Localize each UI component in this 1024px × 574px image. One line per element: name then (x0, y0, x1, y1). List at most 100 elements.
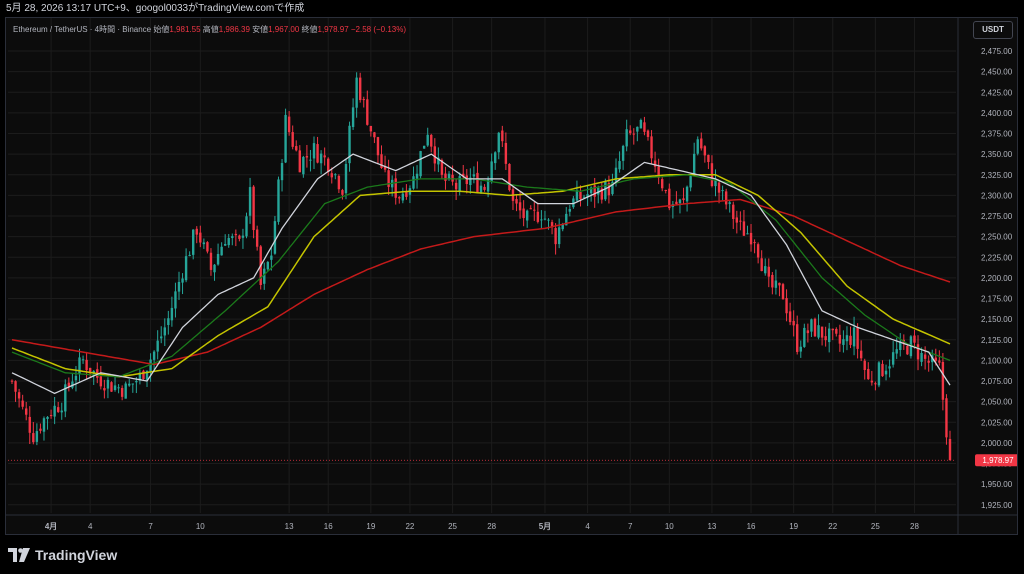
chart-panel[interactable]: 1,925.001,950.001,975.002,000.002,025.00… (5, 17, 1018, 535)
y-tick-label: 2,225.00 (981, 253, 1013, 262)
x-tick-label: 13 (707, 522, 716, 531)
candle-body (700, 138, 703, 149)
candle-body (682, 198, 685, 201)
candle-body (781, 284, 785, 300)
candle-body (621, 145, 625, 161)
candle-body (74, 375, 78, 381)
x-tick-label: 28 (910, 522, 919, 531)
candle-body (742, 221, 746, 236)
candle-body (270, 255, 273, 260)
y-tick-label: 2,025.00 (981, 418, 1013, 427)
candle-body (525, 210, 529, 221)
candle-body (515, 199, 518, 204)
candle-body (653, 160, 657, 167)
candle-body (206, 242, 209, 252)
candle-body (650, 136, 653, 159)
candle-body (135, 380, 138, 383)
candle-body (717, 182, 721, 193)
candle-body (501, 130, 504, 142)
candle-body (760, 258, 763, 272)
candle-body (35, 431, 39, 442)
candle-body (824, 336, 827, 341)
x-tick-label: 10 (665, 522, 674, 531)
candle-body (81, 359, 85, 361)
y-tick-label: 2,400.00 (981, 109, 1013, 118)
candle-body (53, 405, 56, 417)
currency-button[interactable]: USDT (973, 21, 1013, 39)
candle-body (692, 153, 696, 175)
footer-bar: TradingView (0, 535, 1024, 574)
candle-body (849, 335, 852, 345)
candle-body (117, 387, 120, 389)
y-tick-label: 1,950.00 (981, 480, 1013, 489)
candle-body (877, 362, 881, 386)
y-tick-label: 2,300.00 (981, 191, 1013, 200)
candle-body (167, 318, 170, 325)
candle-body (46, 416, 49, 419)
candle-body (923, 354, 927, 359)
candle-body (323, 155, 326, 158)
candle-body (934, 357, 937, 361)
candle-body (536, 211, 540, 222)
candle-body (838, 334, 842, 344)
candle-body (298, 150, 301, 173)
candle-body (636, 126, 639, 132)
candle-body (756, 244, 760, 258)
candle-body (476, 172, 479, 193)
candle-body (39, 428, 42, 431)
candle-body (895, 349, 898, 354)
candle-body (156, 340, 159, 352)
candle-body (120, 388, 124, 397)
candle-body (764, 266, 767, 274)
candle-body (643, 122, 646, 132)
candle-body (10, 380, 14, 382)
tradingview-logo[interactable]: TradingView (8, 546, 117, 564)
candle-body (703, 146, 707, 156)
y-tick-label: 2,450.00 (981, 68, 1013, 77)
candle-body (398, 197, 401, 199)
open-label: 始値 (153, 25, 170, 34)
candle-body (106, 379, 110, 389)
candle-body (394, 178, 397, 198)
candle-body (142, 370, 145, 380)
candle-body (508, 163, 511, 191)
candle-body (49, 415, 53, 417)
low-value: 1,967.00 (268, 25, 300, 34)
candle-body (451, 174, 454, 182)
candle-body (327, 158, 330, 173)
x-tick-label: 5月 (539, 522, 551, 531)
candle-body (287, 116, 291, 133)
candle-body (920, 352, 923, 362)
candle-body (160, 336, 163, 339)
candle-body (941, 362, 945, 400)
y-tick-label: 2,000.00 (981, 439, 1013, 448)
candle-body (192, 229, 195, 255)
candle-body (195, 228, 198, 235)
candle-body (739, 220, 742, 222)
candle-body (163, 327, 166, 336)
candle-body (415, 173, 419, 179)
candle-body (99, 376, 103, 387)
candlestick-chart[interactable]: 1,925.001,950.001,975.002,000.002,025.00… (6, 18, 1017, 534)
candle-body (465, 175, 468, 185)
y-tick-label: 2,175.00 (981, 295, 1013, 304)
candle-body (881, 363, 884, 377)
chart-snapshot-caption: 5月 28, 2026 13:17 UTC+9、googol0033がTradi… (0, 0, 1024, 17)
candle-body (344, 164, 348, 194)
change-value: −2.58 (−0.13%) (350, 25, 407, 34)
candle-body (689, 176, 692, 188)
y-tick-label: 2,150.00 (981, 315, 1013, 324)
candle-body (810, 319, 813, 332)
candle-body (216, 253, 220, 265)
candle-body (906, 345, 909, 355)
brand-name: TradingView (35, 547, 118, 563)
candle-body (373, 132, 376, 138)
x-tick-label: 4 (585, 522, 590, 531)
candle-body (721, 190, 724, 192)
candle-body (152, 351, 156, 360)
candle-body (401, 193, 405, 201)
candle-body (629, 130, 632, 134)
candle-body (454, 182, 458, 190)
candle-body (771, 274, 774, 288)
candle-body (639, 119, 643, 129)
